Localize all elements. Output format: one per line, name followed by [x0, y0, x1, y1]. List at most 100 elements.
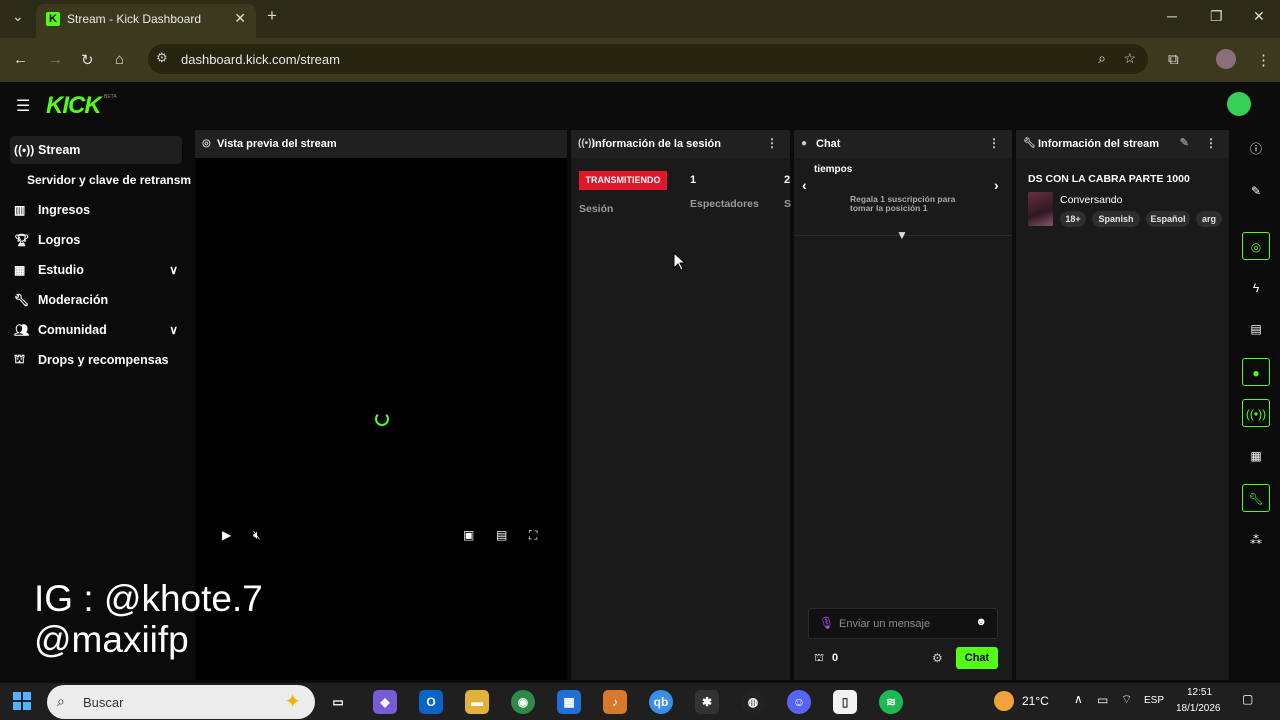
more-options-icon[interactable]: ⋮ — [1205, 136, 1217, 150]
extensions-icon[interactable]: ⧉ — [1168, 51, 1179, 68]
restore-icon[interactable]: ❐ — [1210, 8, 1223, 25]
site-info-icon[interactable]: ⚙ — [156, 50, 168, 66]
chat-settings-icon[interactable]: ⚙ — [932, 651, 943, 665]
sidebar-item-logros[interactable]: 🏆︎ Logros — [10, 226, 182, 254]
sidebar-item-comunidad[interactable]: 👥︎ Comunidad ∨ — [10, 316, 182, 344]
sidebar-item-label: Drops y recompensas — [38, 353, 169, 367]
browser-tab-bar: ⌄ K Stream - Kick Dashboard ✕ + ─ ❐ ✕ — [0, 0, 1280, 38]
back-icon[interactable]: ← — [13, 51, 28, 68]
edit-icon[interactable]: ✎ — [1242, 177, 1270, 205]
hamburger-menu-icon[interactable]: ☰ — [16, 96, 30, 116]
play-icon[interactable]: ▶ — [222, 528, 231, 542]
notifications-icon[interactable]: ▢ — [1242, 692, 1253, 706]
obs-icon[interactable]: ◍ — [741, 690, 765, 714]
panel-title: Vista previa del stream — [217, 138, 337, 150]
chat-send-button[interactable]: Chat — [956, 647, 998, 669]
chevron-up-icon[interactable]: ∧ — [1074, 692, 1083, 706]
zoom-icon[interactable]: ⌕ — [1098, 50, 1106, 67]
sidebar-item-ingresos[interactable]: ▥ Ingresos — [10, 196, 182, 224]
chrome-icon[interactable]: ◉ — [511, 690, 535, 714]
bookmark-star-icon[interactable]: ☆ — [1123, 50, 1136, 67]
info-icon[interactable]: ⓘ — [1242, 135, 1270, 163]
kick-favicon-icon: K — [46, 12, 60, 26]
sidebar-item-label: Ingresos — [38, 203, 91, 217]
emoji-icon[interactable]: ☻ — [975, 616, 987, 628]
chat-message-field[interactable] — [839, 615, 969, 633]
sidebar-item-moderacion[interactable]: 🔧︎ Moderación — [10, 286, 182, 314]
gift-sub-prompt: Regala 1 suscripción para tomar la posic… — [850, 194, 956, 213]
mute-icon[interactable]: 🔇︎ — [253, 528, 261, 543]
fullscreen-icon[interactable]: ⛶ — [529, 528, 537, 543]
discord-icon[interactable]: ☺ — [787, 690, 811, 714]
battery-icon[interactable]: ▭ — [1097, 693, 1108, 707]
users-icon[interactable]: ⁂ — [1242, 526, 1270, 554]
chat-message-input[interactable]: 🎙︎ ☻ — [808, 608, 998, 639]
sidebar-item-label: Estudio — [38, 263, 84, 277]
home-icon[interactable]: ⌂ — [115, 51, 124, 68]
chevron-left-icon[interactable]: ‹ — [802, 177, 807, 193]
outlook-icon[interactable]: O — [419, 690, 443, 714]
chat-filter-icon[interactable]: ▼ — [896, 228, 908, 242]
qbittorrent-icon[interactable]: qb — [649, 690, 673, 714]
fl-studio-icon[interactable]: ♪ — [603, 690, 627, 714]
sidebar-item-estudio[interactable]: ▦ Estudio ∨ — [10, 256, 182, 284]
language-indicator[interactable]: ESP — [1144, 695, 1164, 706]
browser-menu-icon[interactable]: ⋮ — [1256, 51, 1271, 69]
reload-icon[interactable]: ↻ — [81, 51, 94, 69]
stream-info-panel: 🔧︎ Información del stream ✎ ⋮ DS CON LA … — [1016, 130, 1229, 680]
browser-tab[interactable]: K Stream - Kick Dashboard ✕ — [36, 4, 256, 38]
document-icon[interactable]: ▤ — [1242, 315, 1270, 343]
taskbar-search[interactable]: ⌕ Buscar ✦ — [47, 685, 315, 719]
search-icon: ⌕ — [57, 693, 65, 709]
wifi-icon[interactable]: ⌔ — [1121, 692, 1132, 707]
task-view-icon[interactable]: ▭ — [326, 690, 350, 714]
lightning-icon[interactable]: ϟ — [1242, 274, 1270, 302]
notepad-icon[interactable]: ▯ — [833, 690, 857, 714]
theater-mode-icon[interactable]: ▤ — [496, 528, 507, 542]
wrench-icon: 🔧︎ — [1023, 138, 1036, 149]
profile-avatar-icon[interactable] — [1216, 49, 1236, 69]
forward-icon[interactable]: → — [48, 51, 63, 68]
store-icon[interactable]: ▦ — [557, 690, 581, 714]
windows-start-icon[interactable] — [13, 692, 31, 710]
stream-tag: 18+ — [1060, 211, 1086, 227]
layout-icon[interactable]: ▦ — [1242, 442, 1270, 470]
sidebar-item-server-key[interactable]: Servidor y clave de retransm — [27, 166, 193, 194]
tab-search-chevron-icon[interactable]: ⌄ — [12, 8, 24, 25]
davinci-icon[interactable]: ✱ — [695, 690, 719, 714]
viewers-count: 1 — [690, 174, 697, 186]
clock-time[interactable]: 12:51 — [1187, 687, 1212, 698]
clock-date[interactable]: 18/1/2026 — [1176, 703, 1221, 714]
broadcast-toggle-icon[interactable]: ((•)) — [1242, 399, 1270, 427]
broadcast-icon: ((•)) — [14, 143, 35, 157]
microphone-icon[interactable]: 🎙︎ — [819, 616, 834, 630]
chat-toggle-icon[interactable]: ● — [1242, 358, 1270, 386]
spotify-icon[interactable]: ≋ — [879, 690, 903, 714]
new-tab-icon[interactable]: + — [267, 6, 277, 26]
weather-temp[interactable]: 21°C — [1022, 694, 1049, 708]
edit-pencil-icon[interactable]: ✎ — [1180, 136, 1189, 149]
kick-logo[interactable]: KICK — [46, 92, 102, 120]
panel-title: Chat — [816, 138, 841, 150]
more-options-icon[interactable]: ⋮ — [988, 136, 1000, 150]
wrench-toggle-icon[interactable]: 🔧︎ — [1242, 484, 1270, 512]
sidebar-item-stream[interactable]: ((•)) Stream — [10, 136, 182, 164]
sidebar-item-drops[interactable]: ⛫ Drops y recompensas — [10, 346, 182, 374]
user-avatar[interactable] — [1227, 92, 1251, 116]
chevron-right-icon[interactable]: › — [994, 177, 999, 193]
tab-close-icon[interactable]: ✕ — [234, 10, 246, 27]
panel-header: ◎ Vista previa del stream — [195, 130, 567, 158]
minimize-icon[interactable]: ─ — [1167, 8, 1177, 24]
more-options-icon[interactable]: ⋮ — [766, 136, 778, 150]
chevron-down-icon: ∨ — [169, 263, 178, 277]
trophy-icon: 🏆︎ — [14, 233, 30, 247]
camera-icon: ◎ — [202, 138, 211, 149]
address-bar[interactable]: ⚙ dashboard.kick.com/stream ⌕ ☆ — [148, 44, 1148, 74]
app-header: ☰ KICK BETA — [0, 82, 1280, 128]
pip-icon[interactable]: ▣ — [463, 528, 474, 542]
weather-sun-icon[interactable] — [994, 691, 1014, 711]
copilot-icon[interactable]: ◆ — [373, 690, 397, 714]
camera-preview-toggle-icon[interactable]: ◎ — [1242, 232, 1270, 260]
file-explorer-icon[interactable]: ▬ — [465, 690, 489, 714]
window-close-icon[interactable]: ✕ — [1253, 8, 1265, 25]
